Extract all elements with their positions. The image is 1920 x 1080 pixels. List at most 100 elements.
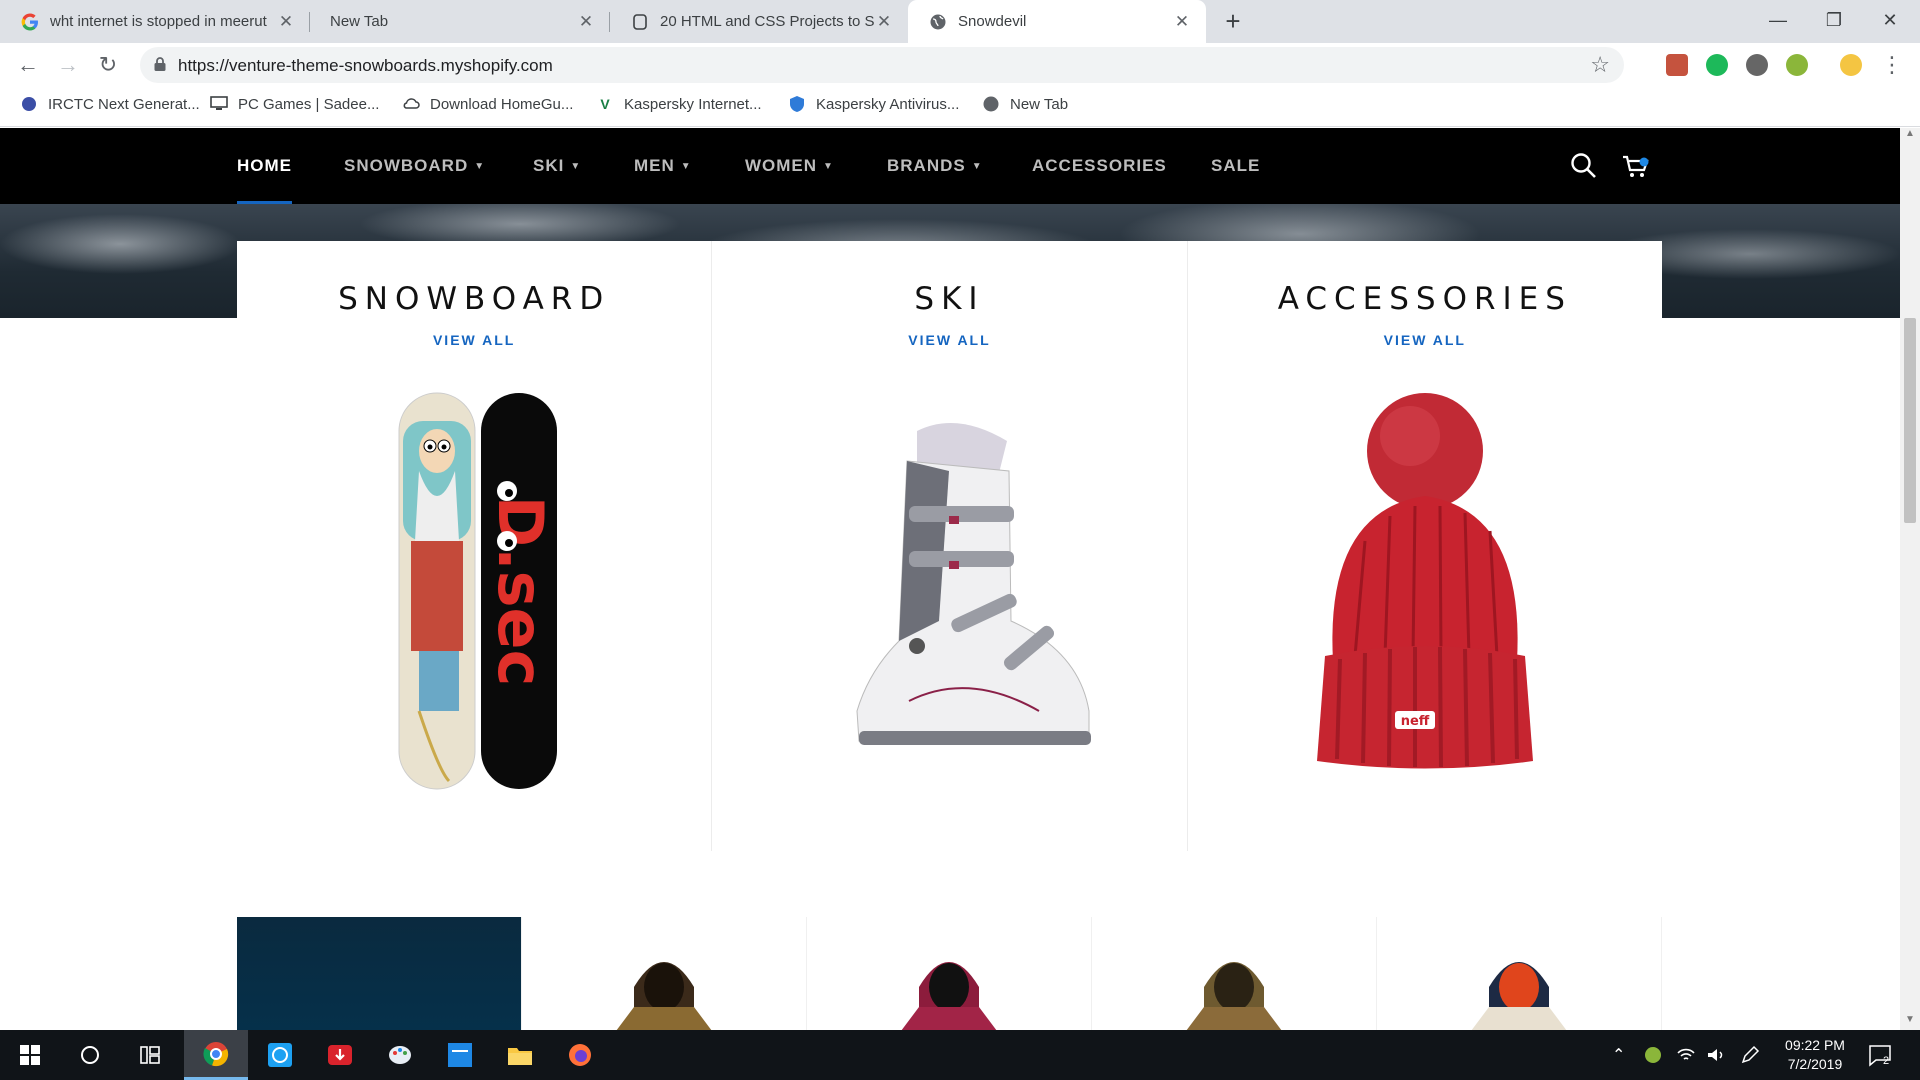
new-tab-button[interactable]: +: [1218, 6, 1248, 36]
nav-sale[interactable]: SALE: [1211, 128, 1260, 204]
cart-icon[interactable]: [1620, 150, 1652, 182]
star-icon[interactable]: ☆: [1590, 52, 1610, 78]
page-icon: [630, 12, 650, 32]
address-bar[interactable]: https://venture-theme-snowboards.myshopi…: [140, 47, 1624, 83]
firefox-icon[interactable]: [550, 1030, 610, 1080]
nav-home[interactable]: HOME: [237, 128, 292, 204]
tab-html-css-projects[interactable]: 20 HTML and CSS Projects to Sha ✕: [610, 0, 908, 43]
green-extension-icon[interactable]: [1706, 54, 1728, 76]
paint-icon[interactable]: [370, 1030, 430, 1080]
task-view-icon[interactable]: [120, 1030, 180, 1080]
product-card[interactable]: [807, 917, 1092, 1030]
scroll-down-icon[interactable]: ▼: [1900, 1014, 1920, 1030]
tab-snowdevil[interactable]: Snowdevil ✕: [908, 0, 1206, 43]
page-viewport: HOME SNOWBOARD ▼ SKI ▼ MEN ▼ WOMEN ▼ BRANDS ▼…: [0, 128, 1900, 1030]
back-button[interactable]: ←: [12, 49, 44, 81]
collection-title: ACCESSORIES: [1277, 281, 1572, 317]
chevron-down-icon: ▼: [971, 161, 983, 172]
volume-icon[interactable]: [1706, 1030, 1726, 1080]
bookmark-homeguard[interactable]: Download HomeGu...: [402, 95, 573, 113]
scroll-up-icon[interactable]: ▲: [1900, 128, 1920, 144]
tray-extension-icon[interactable]: [1644, 1030, 1662, 1080]
cloud-download-icon: [402, 95, 420, 113]
close-icon[interactable]: ✕: [276, 12, 296, 32]
wifi-icon[interactable]: [1676, 1030, 1696, 1080]
view-all-link[interactable]: VIEW ALL: [237, 332, 711, 348]
jacket-image: [1186, 962, 1282, 1030]
chevron-down-icon: ▼: [823, 161, 834, 172]
windows-start-icon[interactable]: [0, 1030, 60, 1080]
lock-icon: [154, 57, 166, 71]
tab-title: Snowdevil: [958, 13, 1027, 30]
view-all-link[interactable]: VIEW ALL: [1188, 332, 1662, 348]
collection-card-snowboard[interactable]: SNOWBOARD VIEW ALL D.sec: [237, 241, 713, 851]
bookmark-label: Kaspersky Internet...: [624, 95, 762, 113]
svg-text:D.sec: D.sec: [484, 496, 557, 687]
bookmark-pc-games[interactable]: PC Games | Sadee...: [210, 95, 379, 113]
emoji-extension-icon[interactable]: [1840, 54, 1862, 76]
film-extension-icon[interactable]: [1746, 54, 1768, 76]
chevron-down-icon: ▼: [474, 161, 486, 172]
globe-icon: [928, 12, 948, 32]
view-all-link[interactable]: VIEW ALL: [712, 332, 1186, 348]
close-icon[interactable]: ✕: [576, 12, 596, 32]
bookmark-kaspersky-antivirus[interactable]: Kaspersky Antivirus...: [788, 95, 959, 113]
pdf-extension-icon[interactable]: [1666, 54, 1688, 76]
scrollbar-thumb[interactable]: [1904, 318, 1916, 523]
bookmarks-bar: IRCTC Next Generat... PC Games | Sadee..…: [0, 87, 1920, 127]
cortana-icon[interactable]: [60, 1030, 120, 1080]
close-window-button[interactable]: ✕: [1862, 0, 1918, 40]
reload-button[interactable]: ↻: [92, 49, 124, 81]
svg-text:neff: neff: [1401, 714, 1430, 729]
notification-count: 2: [1883, 1055, 1890, 1067]
nav-snowboard[interactable]: SNOWBOARD ▼: [344, 128, 485, 204]
nav-ski[interactable]: SKI ▼: [533, 128, 581, 204]
product-card[interactable]: [1092, 917, 1377, 1030]
system-clock[interactable]: 09:22 PM 7/2/2019: [1760, 1036, 1870, 1074]
pen-workspace-icon[interactable]: [1740, 1030, 1760, 1080]
collection-card-ski[interactable]: SKI VIEW ALL: [712, 241, 1188, 851]
bookmark-label: IRCTC Next Generat...: [48, 95, 200, 113]
bookmark-label: Kaspersky Antivirus...: [816, 95, 960, 113]
bookmark-kaspersky-internet[interactable]: V Kaspersky Internet...: [596, 95, 762, 113]
chrome-icon[interactable]: [184, 1030, 248, 1080]
calendar-app-icon[interactable]: [430, 1030, 490, 1080]
jacket-image: [901, 962, 997, 1030]
close-icon[interactable]: ✕: [874, 12, 894, 32]
google-icon: [20, 12, 40, 32]
menu-icon[interactable]: ⋮: [1876, 49, 1908, 81]
action-center-icon[interactable]: 2: [1868, 1030, 1891, 1080]
minimize-button[interactable]: —: [1750, 0, 1806, 40]
download-manager-icon[interactable]: [310, 1030, 370, 1080]
close-icon[interactable]: ✕: [1172, 12, 1192, 32]
forward-button[interactable]: →: [52, 49, 84, 81]
product-card[interactable]: [522, 917, 807, 1030]
nav-men[interactable]: MEN ▼: [634, 128, 692, 204]
product-row: [237, 917, 1662, 1030]
chevron-down-icon: ▼: [680, 161, 692, 172]
jacket-image: [616, 962, 712, 1030]
restore-button[interactable]: ❐: [1806, 0, 1862, 40]
show-hidden-icons-icon[interactable]: ⌃: [1612, 1030, 1625, 1080]
file-explorer-icon[interactable]: [490, 1030, 550, 1080]
nav-accessories[interactable]: ACCESSORIES: [1032, 128, 1167, 204]
product-card[interactable]: [1377, 917, 1662, 1030]
tab-google-search[interactable]: wht internet is stopped in meerut ✕: [0, 0, 310, 43]
monitor-icon: [210, 95, 228, 113]
coin-extension-icon[interactable]: [1786, 54, 1808, 76]
nav-women[interactable]: WOMEN ▼: [745, 128, 834, 204]
search-icon[interactable]: [1568, 150, 1600, 182]
bookmark-label: Download HomeGu...: [430, 95, 574, 113]
collection-card-accessories[interactable]: ACCESSORIES VIEW ALL neff: [1188, 241, 1662, 851]
collection-title: SNOWBOARD: [338, 281, 611, 317]
nav-brands[interactable]: BRANDS ▼: [887, 128, 983, 204]
chevron-down-icon: ▼: [570, 161, 582, 172]
tab-new-tab[interactable]: New Tab ✕: [310, 0, 610, 43]
whatsapp-icon[interactable]: [250, 1030, 310, 1080]
bookmark-irctc[interactable]: IRCTC Next Generat...: [20, 95, 200, 113]
featured-collection-tile[interactable]: [237, 917, 522, 1030]
collection-grid: SNOWBOARD VIEW ALL D.sec SKI VIEW ALL AC…: [237, 241, 1662, 851]
bookmark-new-tab[interactable]: New Tab: [982, 95, 1068, 113]
jacket-image: [1471, 962, 1567, 1030]
page-scrollbar[interactable]: ▲ ▼: [1900, 128, 1920, 1030]
